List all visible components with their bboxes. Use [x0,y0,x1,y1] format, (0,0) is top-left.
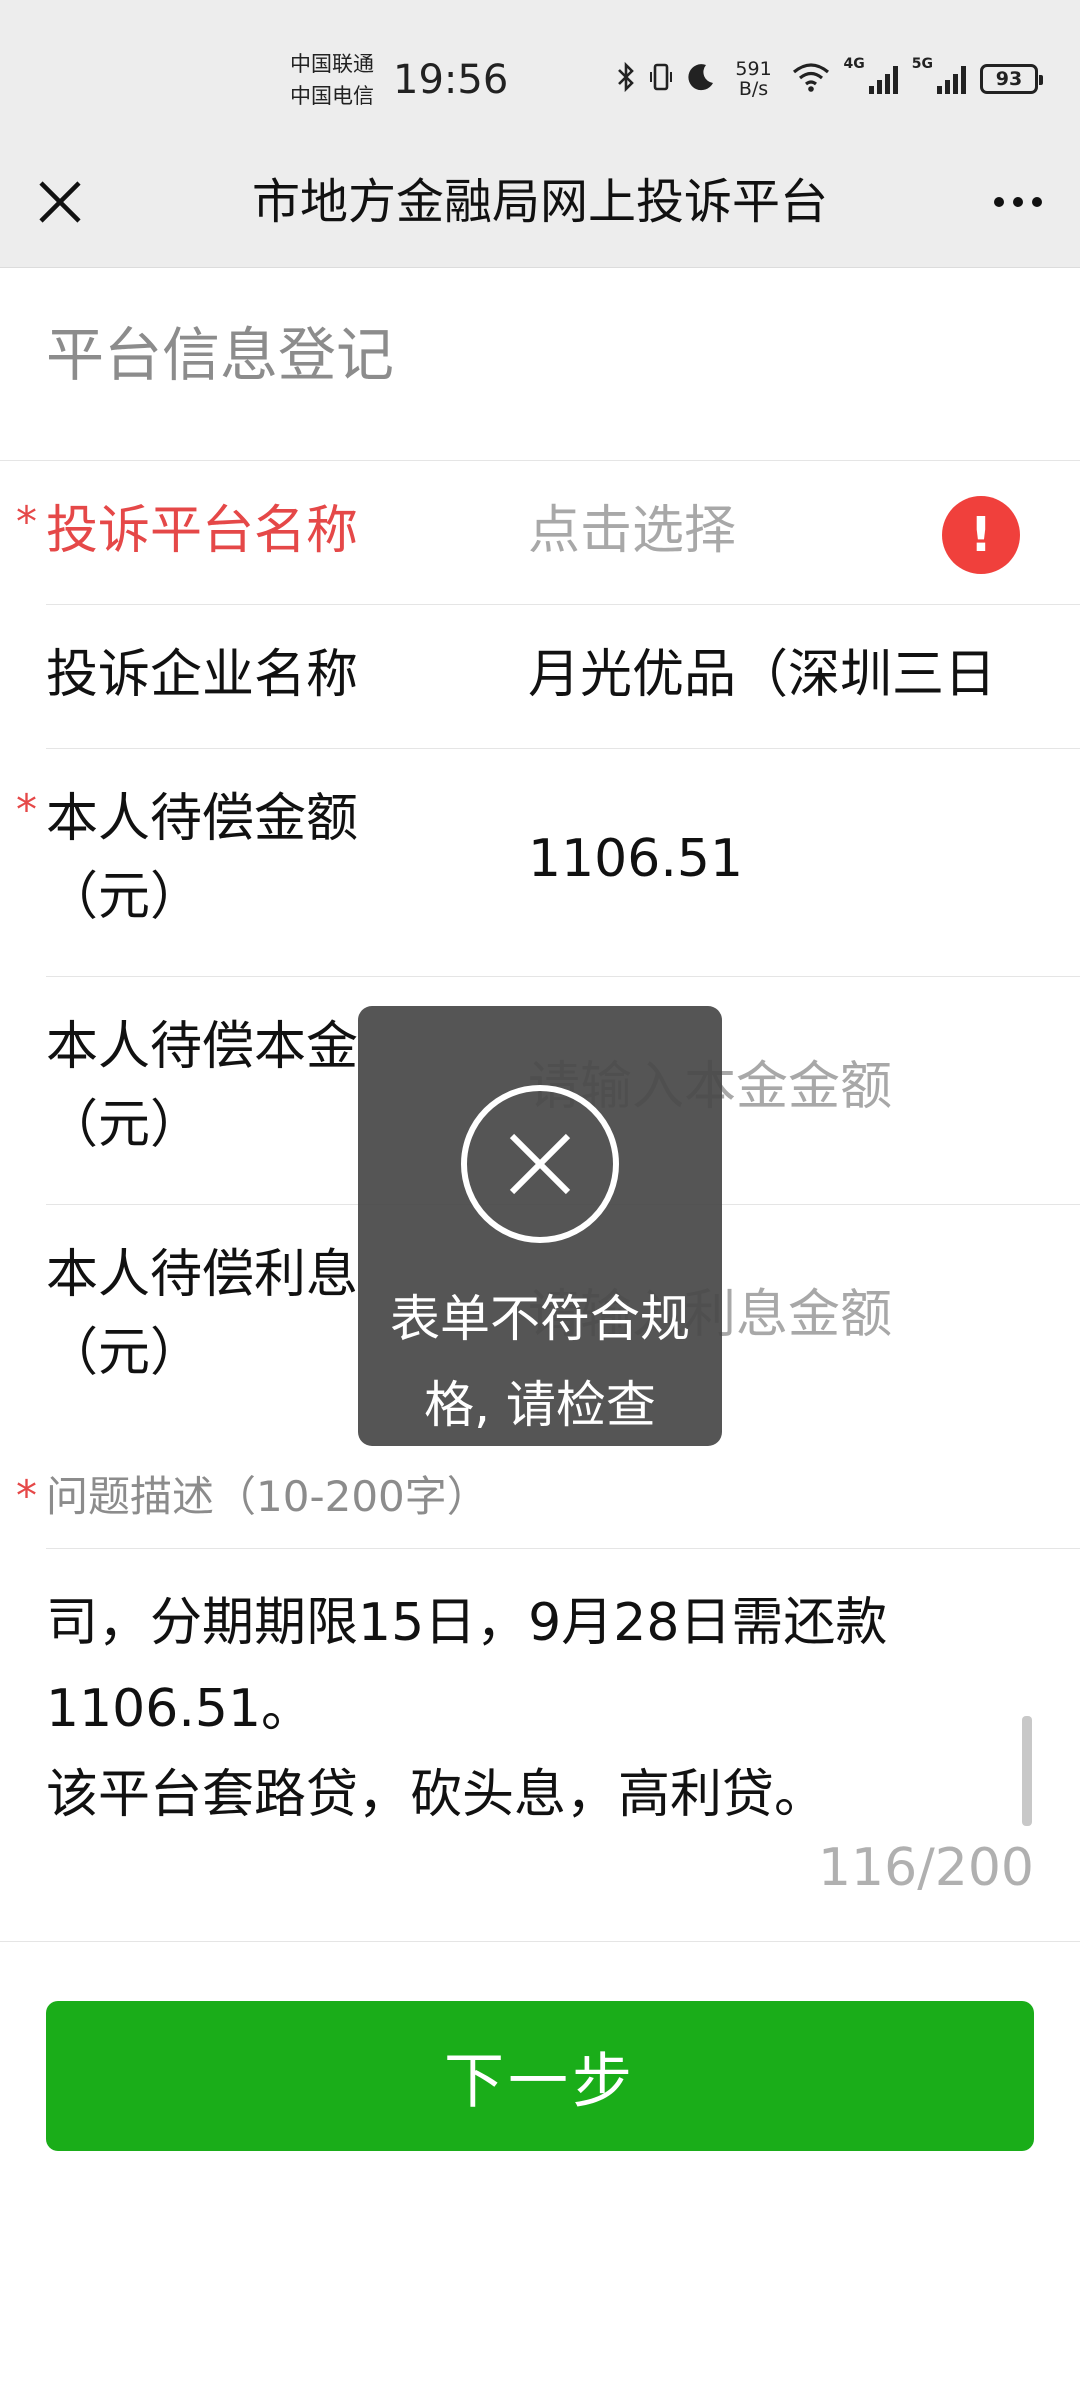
status-icons: 591 B/s 4G 5G 93 [616,54,1043,104]
battery-icon: 93 [980,64,1043,94]
divider [46,976,1080,977]
more-button[interactable] [984,170,1052,234]
close-circle-icon [461,1085,619,1243]
amount-owed-value[interactable]: 1106.51 [528,820,1034,898]
amount-owed-label: 本人待偿金额 （元） [46,789,359,927]
warning-icon: ! [942,496,1020,574]
next-step-button[interactable]: 下一步 [46,2001,1034,2151]
clock: 19:56 [393,57,509,103]
company-name-label: 投诉企业名称 [46,645,359,705]
signal-1-label: 4G [843,56,865,72]
signal-1-icon [868,64,898,94]
description-textarea[interactable]: 司，分期期限15日，9月28日需还款 1106.51。 该平台套路贷，砍头息，高… [46,1580,1006,1838]
error-toast: 表单不符合规格, 请检查 [358,1006,722,1446]
carrier-1: 中国联通 [290,52,374,76]
divider [46,1548,1080,1549]
char-counter: 116/200 [817,1838,1034,1898]
status-bar: 中国联通 中国电信 19:56 591 B/s 4G 5G 93 [0,0,1080,140]
required-mark: * [16,785,37,834]
page-title: 市地方金融局网上投诉平台 [251,174,828,230]
carrier-2: 中国电信 [290,84,374,108]
divider [0,1941,1080,1942]
net-speed-value: 591 [735,58,772,80]
signal-2-label: 5G [911,56,933,72]
more-icon-dot [1032,197,1042,207]
required-mark: * [16,497,37,546]
toast-message: 表单不符合规格, 请检查 [390,1290,690,1434]
signal-2-icon [937,64,966,94]
nav-bar: 市地方金融局网上投诉平台 [0,140,1080,268]
section-title: 平台信息登记 [46,321,395,389]
platform-name-label: 投诉平台名称 [46,501,359,561]
divider [46,604,1080,605]
required-mark: * [16,1471,37,1520]
bluetooth-icon [616,61,636,97]
moon-icon [686,61,716,97]
net-speed-unit: B/s [738,78,769,100]
divider [0,460,1080,461]
wifi-icon [792,61,830,97]
more-icon-dot [994,197,1004,207]
battery-level: 93 [995,68,1023,90]
vibrate-icon [649,61,672,97]
close-icon [39,181,81,223]
textarea-scrollbar[interactable] [1022,1716,1032,1826]
carrier-info: 中国联通 中国电信 [290,48,390,112]
description-label: 问题描述（10-200字） [46,1472,489,1521]
company-name-value[interactable]: 月光优品（深圳三日 [528,636,1034,714]
divider [46,748,1080,749]
more-icon-dot [1013,197,1023,207]
close-button[interactable] [28,170,92,234]
net-speed: 591 B/s [730,59,778,99]
